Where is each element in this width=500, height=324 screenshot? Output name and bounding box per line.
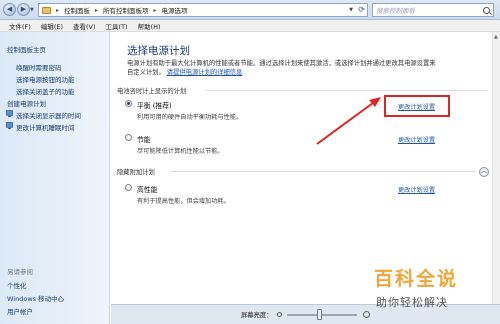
sidebar-item-display-off[interactable]: 选择关闭显示器的时间	[16, 110, 81, 120]
watermark: 百科全说 助你轻松解决	[366, 264, 500, 324]
sidebar-item-wake-password[interactable]: 唤醒时需要密码	[16, 62, 62, 72]
sidebar-item-create-plan[interactable]: 创建电源计划	[7, 98, 46, 108]
group-divider	[206, 90, 488, 91]
menu-view[interactable]: 查看(V)	[68, 21, 101, 31]
search-input[interactable]: 搜索控制面板	[372, 3, 494, 17]
plan-high-performance-radio[interactable]	[125, 184, 132, 191]
page-description: 电源计划有助于最大化计算机的性能或者节能。通过选择计划来使其激活，或选择计划并通…	[127, 59, 437, 77]
plan-high-performance-name[interactable]: 高性能	[137, 184, 157, 194]
plan-power-saver-change-link[interactable]: 更改计划设置	[398, 135, 435, 144]
sleep-icon	[6, 122, 13, 130]
sidebar-item-home[interactable]: 控制面板主页	[7, 44, 46, 54]
menu-help[interactable]: 帮助(H)	[133, 21, 166, 31]
hidden-plans-heading: 隐藏附加计划	[117, 169, 155, 176]
see-also-heading: 另请参阅	[7, 268, 33, 276]
search-placeholder: 搜索控制面板	[376, 7, 415, 15]
plan-power-saver-radio[interactable]	[125, 134, 132, 141]
sidebar: 控制面板主页 唤醒时需要密码 选择电源按钮的功能 选择关闭盖子的功能 创建电源计…	[0, 32, 110, 324]
plan-details-link[interactable]: 请提供电源计划的详细信息	[167, 69, 243, 76]
scroll-up-icon[interactable]: ▲	[494, 34, 498, 40]
plan-high-performance-change-link[interactable]: 更改计划设置	[398, 185, 435, 194]
plan-balanced-radio[interactable]	[125, 100, 132, 107]
breadcrumb-control-panel[interactable]: 控制面板	[64, 5, 90, 15]
plan-balanced-name[interactable]: 平衡 (推荐)	[137, 100, 172, 110]
brightness-slider-track[interactable]	[287, 314, 357, 316]
sidebar-item-sleep-time[interactable]: 更改计算机睡眠时间	[16, 122, 75, 132]
menu-tools[interactable]: 工具(T)	[101, 21, 133, 31]
recent-pages-dropdown[interactable]: ▼	[30, 7, 34, 13]
back-button[interactable]: ◀	[3, 3, 16, 16]
address-box[interactable]: ▸ 控制面板 ▸ 所有控制面板项 ▸ 电源选项 ▼ ⟳	[38, 3, 368, 17]
address-dropdown-icon[interactable]: ▼	[349, 4, 353, 16]
plan-power-saver-name[interactable]: 节能	[137, 134, 151, 144]
brightness-slider-thumb[interactable]	[316, 309, 322, 320]
highlight-box	[384, 95, 450, 117]
see-also-user-accounts[interactable]: 用户帐户	[7, 306, 33, 316]
menu-file[interactable]: 文件(F)	[4, 21, 36, 31]
see-also-personalization[interactable]: 个性化	[7, 280, 27, 290]
refresh-icon[interactable]: ⟳	[358, 4, 365, 16]
menu-edit[interactable]: 编辑(E)	[36, 21, 68, 31]
address-bar: ◀ ▶ ▼ ▸ 控制面板 ▸ 所有控制面板项 ▸ 电源选项 ▼ ⟳ 搜索控制面板	[0, 0, 500, 20]
collapse-chevron-icon[interactable]: ︿	[479, 167, 489, 177]
plan-power-saver-desc: 尽可能降低计算机性能以节能。	[137, 148, 224, 155]
battery-plans-heading: 电池咨时计上显示的计划	[117, 88, 187, 95]
forward-button[interactable]: ▶	[17, 3, 30, 16]
plan-high-performance-desc: 有利于提高性能，但会增加功耗。	[137, 198, 230, 205]
menu-bar: 文件(F) 编辑(E) 查看(V) 工具(T) 帮助(H)	[0, 20, 500, 32]
plan-balanced-desc: 利用可用的硬件自动平衡功耗与性能。	[137, 114, 243, 121]
see-also-mobility-center[interactable]: Windows 移动中心	[7, 293, 64, 303]
sidebar-item-power-button[interactable]: 选择电源按钮的功能	[16, 74, 75, 84]
hidden-group-divider	[171, 171, 476, 172]
display-icon	[6, 110, 13, 118]
brightness-label: 屏幕亮度：	[241, 312, 273, 319]
search-icon[interactable]	[483, 6, 490, 14]
control-panel-icon	[42, 6, 51, 14]
breadcrumb-power-options[interactable]: 电源选项	[162, 5, 188, 15]
annotation-arrow	[316, 97, 381, 145]
page-title: 选择电源计划	[127, 45, 190, 57]
brightness-low-icon	[277, 312, 282, 317]
sidebar-item-lid-close[interactable]: 选择关闭盖子的功能	[16, 86, 75, 96]
breadcrumb-all-items[interactable]: 所有控制面板项	[103, 5, 149, 15]
watermark-title: 百科全说	[374, 268, 459, 290]
watermark-subtitle: 助你轻松解决	[376, 296, 448, 309]
